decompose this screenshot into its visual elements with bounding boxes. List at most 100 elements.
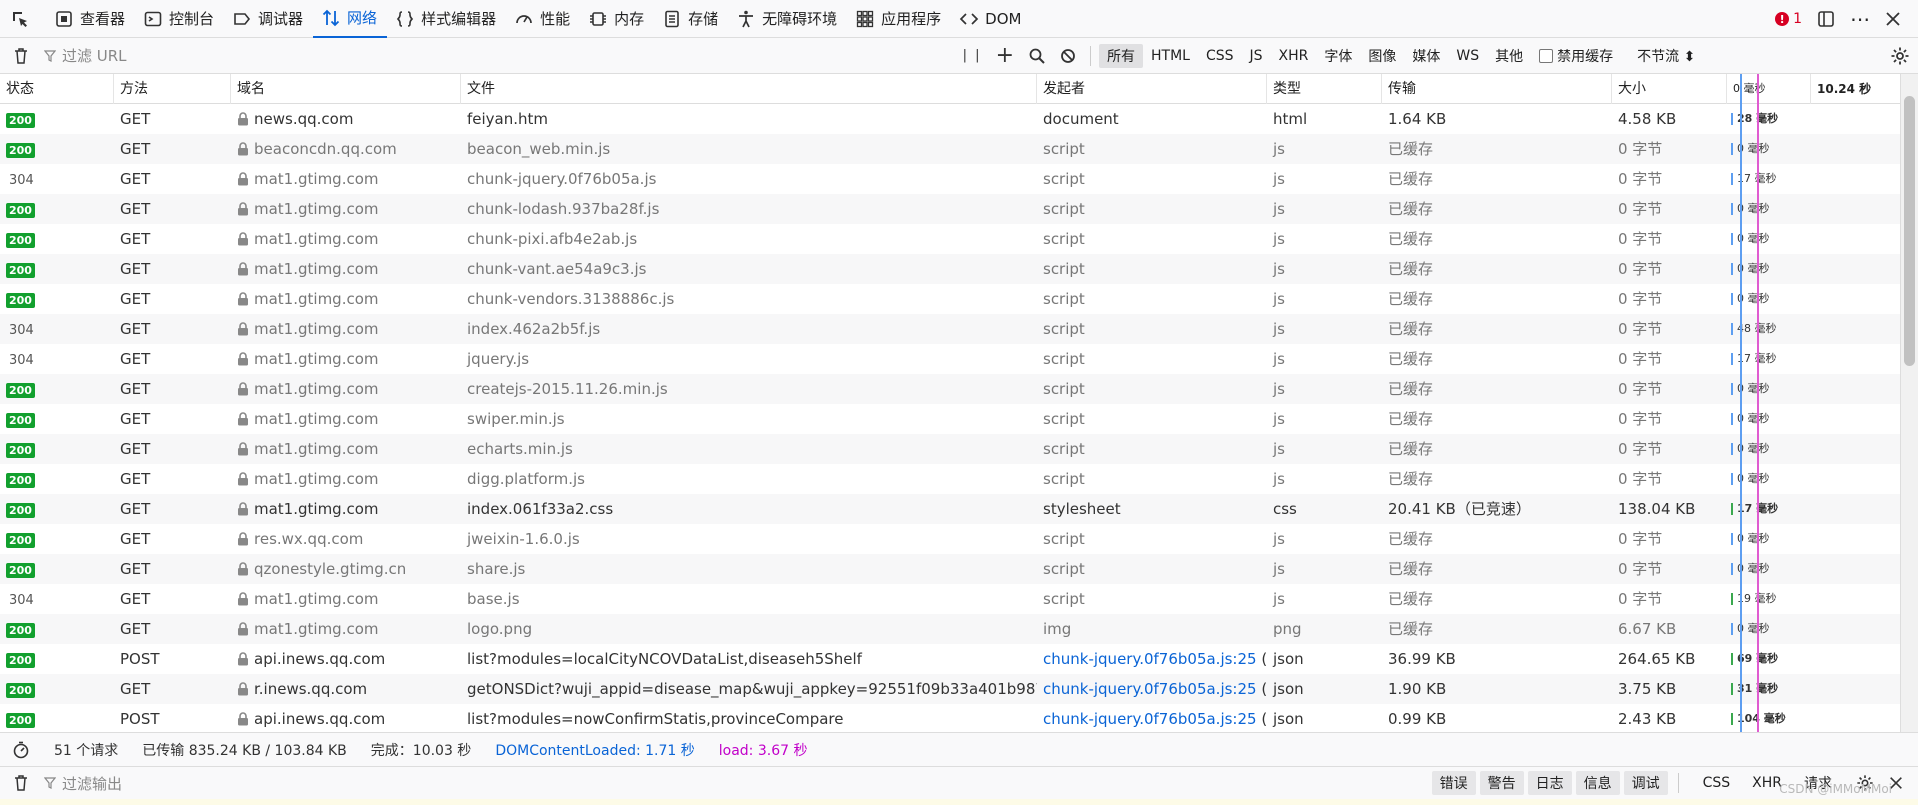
table-row[interactable]: 200 GET mat1.gtimg.com createjs-2015.11.26.…	[0, 374, 1900, 404]
url-filter[interactable]: 过滤 URL	[44, 45, 127, 66]
lock-icon	[238, 712, 248, 726]
trash-icon[interactable]	[12, 47, 30, 65]
request-count: 51 个请求	[54, 742, 119, 759]
vertical-scrollbar[interactable]	[1900, 74, 1918, 732]
tab-debugger[interactable]: 调试器	[224, 0, 313, 38]
type-filter-6[interactable]: 图像	[1360, 44, 1404, 68]
table-row[interactable]: 200 GET mat1.gtimg.com echarts.min.js script…	[0, 434, 1900, 464]
type-filter-4[interactable]: XHR	[1271, 46, 1317, 66]
table-row[interactable]: 200 GET qzonestyle.gtimg.cn share.js script j…	[0, 554, 1900, 584]
cell-transferred: 已缓存	[1388, 590, 1434, 608]
table-row[interactable]: 200 GET mat1.gtimg.com swiper.min.js script j…	[0, 404, 1900, 434]
pause-icon[interactable]: | |	[963, 48, 982, 63]
url-filter-placeholder: 过滤 URL	[62, 47, 127, 65]
cell-domain: api.inews.qq.com	[231, 644, 461, 674]
cell-type: js	[1273, 560, 1285, 578]
cell-file: createjs-2015.11.26.min.js	[467, 380, 668, 398]
table-row[interactable]: 304 GET mat1.gtimg.com chunk-jquery.0f76b05…	[0, 164, 1900, 194]
cell-type: js	[1273, 200, 1285, 218]
console-level-log[interactable]: 日志	[1527, 771, 1572, 795]
tab-memory[interactable]: 内存	[580, 0, 654, 38]
initiator-link[interactable]: chunk-jquery.0f76b05a.js:25	[1043, 710, 1257, 728]
table-row[interactable]: 200 POST api.inews.qq.com list?modules=nowC…	[0, 704, 1900, 732]
braces-icon	[396, 10, 414, 27]
tab-network[interactable]: 网络	[313, 0, 388, 38]
table-row[interactable]: 200 GET news.qq.com feiyan.htm document html 1…	[0, 104, 1900, 134]
tab-dom[interactable]: DOM	[951, 0, 1031, 38]
initiator-link[interactable]: chunk-jquery.0f76b05a.js:25	[1043, 650, 1257, 668]
add-icon[interactable]: +	[996, 44, 1014, 66]
table-row[interactable]: 304 GET mat1.gtimg.com jquery.js script js 已缓存…	[0, 344, 1900, 374]
column-type[interactable]: 类型	[1267, 74, 1382, 104]
column-size[interactable]: 大小	[1612, 74, 1727, 104]
more-options-icon[interactable]: ⋯	[1850, 9, 1870, 29]
tab-inspector[interactable]: 查看器	[46, 0, 135, 38]
console-level-debug[interactable]: 调试	[1623, 771, 1668, 795]
column-method[interactable]: 方法	[114, 74, 231, 104]
console-trash-icon[interactable]	[12, 774, 30, 792]
type-filter-5[interactable]: 字体	[1316, 44, 1360, 68]
tab-console[interactable]: 控制台	[135, 0, 224, 38]
throttle-select[interactable]: 不节流 ⬍	[1637, 46, 1695, 66]
disable-cache-option[interactable]: 禁用缓存	[1539, 46, 1613, 66]
tab-performance[interactable]: 性能	[506, 0, 580, 38]
type-filter-9[interactable]: 其他	[1487, 44, 1531, 68]
status-badge: 200	[6, 473, 35, 488]
column-domain[interactable]: 域名	[231, 74, 461, 104]
tab-storage[interactable]: 存储	[654, 0, 728, 38]
cell-type: js	[1273, 140, 1285, 158]
cell-initiator: script	[1043, 440, 1085, 458]
console-filter[interactable]: 过滤输出	[44, 773, 122, 794]
block-icon[interactable]	[1060, 48, 1076, 64]
table-row[interactable]: 200 GET beaconcdn.qq.com beacon_web.min.js s…	[0, 134, 1900, 164]
table-row[interactable]: 200 GET mat1.gtimg.com index.061f33a2.css st…	[0, 494, 1900, 524]
close-icon[interactable]	[1884, 10, 1902, 28]
console-filter-css[interactable]: CSS	[1695, 773, 1739, 793]
table-row[interactable]: 200 GET mat1.gtimg.com chunk-lodash.937ba28…	[0, 194, 1900, 224]
type-filter-1[interactable]: HTML	[1143, 46, 1198, 66]
table-row[interactable]: 304 GET mat1.gtimg.com index.462a2b5f.js scr…	[0, 314, 1900, 344]
disable-cache-checkbox[interactable]	[1539, 48, 1554, 63]
cell-file: digg.platform.js	[467, 470, 585, 488]
error-count-badge[interactable]: ! 1	[1775, 11, 1802, 27]
column-status[interactable]: 状态	[0, 74, 114, 104]
table-row[interactable]: 200 GET mat1.gtimg.com chunk-vendors.313888…	[0, 284, 1900, 314]
waterfall-time: 104 毫秒	[1737, 712, 1786, 725]
table-row[interactable]: 200 GET mat1.gtimg.com digg.platform.js scri…	[0, 464, 1900, 494]
column-transferred[interactable]: 传输	[1382, 74, 1612, 104]
tab-accessibility[interactable]: 无障碍环境	[728, 0, 847, 38]
table-row[interactable]: 200 GET mat1.gtimg.com chunk-vant.ae54a9c3.…	[0, 254, 1900, 284]
type-filter-8[interactable]: WS	[1448, 46, 1487, 66]
table-row[interactable]: 304 GET mat1.gtimg.com base.js script js 已缓存 0 …	[0, 584, 1900, 614]
waterfall-end-label: 10.24 秒	[1817, 82, 1872, 96]
search-icon[interactable]	[1028, 47, 1046, 65]
column-file[interactable]: 文件	[461, 74, 1037, 104]
table-row[interactable]: 200 GET r.inews.qq.com getONSDict?wuji_appi…	[0, 674, 1900, 704]
console-level-warn[interactable]: 警告	[1479, 771, 1524, 795]
type-filter-0[interactable]: 所有	[1099, 43, 1143, 68]
tab-application[interactable]: 应用程序	[847, 0, 951, 38]
gear-icon[interactable]	[1890, 46, 1910, 66]
waterfall-bar	[1731, 323, 1733, 335]
type-filter-7[interactable]: 媒体	[1404, 44, 1448, 68]
type-filter-2[interactable]: CSS	[1198, 46, 1242, 66]
table-row[interactable]: 200 POST api.inews.qq.com list?modules=loca…	[0, 644, 1900, 674]
tab-style[interactable]: 样式编辑器	[387, 0, 506, 38]
column-initiator[interactable]: 发起者	[1037, 74, 1267, 104]
cell-status: 200	[0, 494, 114, 524]
table-row[interactable]: 200 GET mat1.gtimg.com logo.png img png 已缓存 6.6…	[0, 614, 1900, 644]
table-row[interactable]: 200 GET mat1.gtimg.com chunk-pixi.afb4e2ab.…	[0, 224, 1900, 254]
tab-label: 应用程序	[881, 10, 942, 28]
scrollbar-thumb[interactable]	[1904, 96, 1915, 366]
console-level-info[interactable]: 信息	[1575, 771, 1620, 795]
type-filter-3[interactable]: JS	[1242, 46, 1271, 66]
status-badge: 200	[6, 503, 35, 518]
table-row[interactable]: 200 GET res.wx.qq.com jweixin-1.6.0.js scrip…	[0, 524, 1900, 554]
initiator-link[interactable]: chunk-jquery.0f76b05a.js:25	[1043, 680, 1257, 698]
cell-domain: qzonestyle.gtimg.cn	[231, 554, 461, 584]
element-picker-button[interactable]	[0, 0, 46, 38]
status-badge: 200	[6, 713, 35, 728]
console-level-error[interactable]: 错误	[1431, 771, 1476, 795]
waterfall-bar	[1731, 263, 1733, 275]
dock-icon[interactable]	[1816, 9, 1836, 29]
